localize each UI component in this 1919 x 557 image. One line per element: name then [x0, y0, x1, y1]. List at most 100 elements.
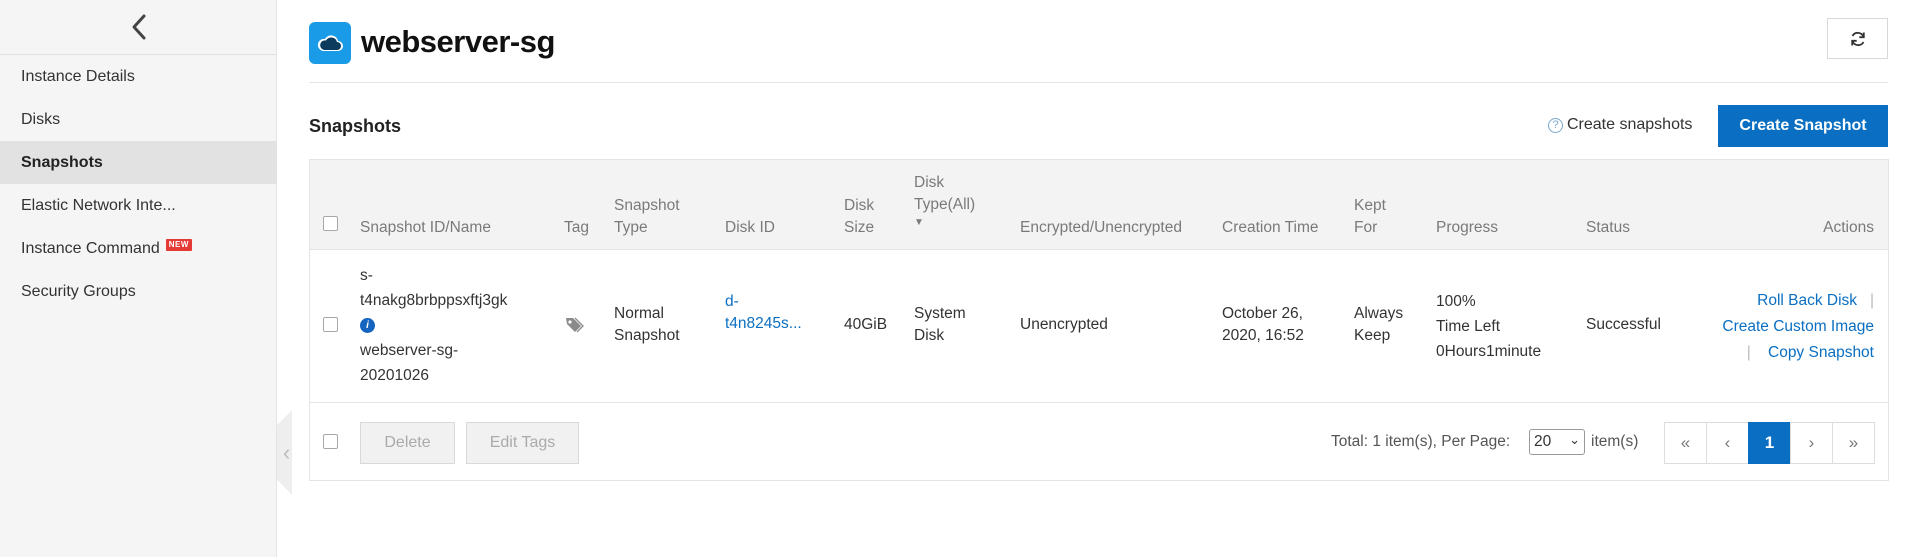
kept-for-cell: Always Keep [1354, 303, 1403, 347]
progress-time-left-label: Time Left [1436, 318, 1501, 335]
sidebar-collapse-handle[interactable]: ‹ [277, 410, 292, 495]
sidebar-menu: Instance Details Disks Snapshots Elastic… [0, 55, 277, 313]
col-actions: Actions [1823, 219, 1874, 236]
col-disk-type-line2: Type(All) [914, 196, 976, 213]
col-disk-type-line1: Disk [914, 174, 945, 191]
col-snapshot-type: Snapshot Type [614, 195, 680, 239]
disk-size-cell: 40GiB [844, 316, 888, 333]
actions-cell: Roll Back Disk | Create Custom Image | C… [1722, 288, 1874, 366]
col-kept-for-line1: Kept [1354, 197, 1386, 214]
snapshots-table: Snapshot ID/Name Tag Snapshot Type Disk … [309, 159, 1889, 481]
chevron-left-icon: ‹ [282, 439, 291, 465]
sidebar-item-label: Security Groups [21, 283, 136, 300]
sidebar-item-label: Instance Command [21, 240, 160, 257]
col-status: Status [1586, 219, 1630, 236]
copy-snapshot-link[interactable]: Copy Snapshot [1768, 344, 1874, 361]
status-cell: Successful [1586, 316, 1661, 333]
creation-time-line2: 2020, 16:52 [1222, 327, 1304, 344]
col-snapshot-id: Snapshot ID/Name [360, 219, 491, 236]
refresh-button[interactable] [1827, 18, 1888, 59]
col-encrypted: Encrypted/Unencrypted [1020, 219, 1182, 236]
sidebar-item-elastic-network-interfaces[interactable]: Elastic Network Inte... [0, 184, 277, 227]
disk-type-line2: Disk [914, 327, 945, 344]
sidebar-item-instance-command[interactable]: Instance Command NEW [0, 227, 277, 270]
sidebar-item-instance-details[interactable]: Instance Details [0, 55, 277, 98]
snapshot-name-line1: webserver-sg- [360, 342, 459, 359]
tag-icon[interactable] [564, 316, 584, 341]
disk-id-line2: t4n8245s... [725, 315, 802, 332]
select-all-checkbox[interactable] [323, 216, 338, 231]
kept-for-line1: Always [1354, 305, 1404, 322]
help-icon: ? [1548, 117, 1563, 133]
creation-time-line1: October 26, [1222, 305, 1303, 322]
col-snapshot-type-line2: Type [614, 219, 648, 236]
roll-back-disk-link[interactable]: Roll Back Disk [1757, 292, 1857, 309]
footer-select-all-checkbox[interactable] [323, 434, 338, 449]
action-separator: | [1857, 292, 1874, 309]
col-disk-size-line1: Disk [844, 197, 875, 214]
snapshot-type-line1: Normal [614, 305, 664, 322]
sidebar: Instance Details Disks Snapshots Elastic… [0, 0, 277, 557]
sidebar-item-label: Disks [21, 111, 61, 128]
snapshot-id-line2: t4nakg8brbppsxftj3gk [360, 292, 508, 309]
first-page-button[interactable]: « [1664, 422, 1707, 464]
caret-down-icon: ▼ [914, 217, 924, 228]
action-separator: | [1746, 344, 1768, 361]
table-row: s- t4nakg8brbppsxftj3gk i webserver-sg- … [310, 251, 1888, 403]
sidebar-item-snapshots[interactable]: Snapshots [0, 141, 277, 184]
chevron-down-icon: ⌄ [1569, 432, 1580, 447]
col-tag: Tag [564, 219, 589, 236]
next-page-button[interactable]: › [1790, 422, 1833, 464]
snapshot-type-cell: Normal Snapshot [614, 303, 680, 347]
delete-button[interactable]: Delete [360, 422, 455, 464]
pagination-total: Total: 1 item(s), Per Page: [1331, 433, 1511, 450]
row-checkbox[interactable] [323, 317, 338, 332]
col-snapshot-type-line1: Snapshot [614, 197, 680, 214]
disk-type-cell: System Disk [914, 303, 966, 347]
chevron-left-icon [132, 14, 145, 40]
last-page-button[interactable]: » [1832, 422, 1875, 464]
col-disk-size: Disk Size [844, 195, 874, 239]
col-disk-size-line2: Size [844, 219, 875, 236]
sidebar-item-disks[interactable]: Disks [0, 98, 277, 141]
col-kept-for-line2: For [1354, 219, 1378, 236]
section-title: Snapshots [309, 116, 402, 136]
disk-id-line1: d- [725, 293, 739, 310]
col-kept-for: Kept For [1354, 195, 1386, 239]
help-link-label: Create snapshots [1567, 116, 1693, 133]
page-header: webserver-sg [309, 15, 1888, 83]
cloud-icon [309, 22, 351, 64]
table-header: Snapshot ID/Name Tag Snapshot Type Disk … [310, 160, 1888, 250]
per-page-value: 20 [1534, 433, 1552, 450]
sidebar-item-security-groups[interactable]: Security Groups [0, 270, 277, 313]
edit-tags-button[interactable]: Edit Tags [466, 422, 579, 464]
create-snapshots-help-link[interactable]: ? Create snapshots [1548, 116, 1692, 134]
sidebar-item-label: Elastic Network Inte... [21, 197, 176, 214]
snapshot-type-line2: Snapshot [614, 327, 680, 344]
refresh-icon [1850, 31, 1865, 46]
create-snapshot-button[interactable]: Create Snapshot [1718, 105, 1888, 147]
info-icon[interactable]: i [360, 318, 375, 333]
per-page-select[interactable]: 20 ⌄ [1529, 429, 1585, 455]
pagination-items-suffix: item(s) [1591, 433, 1639, 450]
col-disk-id: Disk ID [725, 219, 775, 236]
disk-id-link[interactable]: d- t4n8245s... [725, 291, 802, 335]
prev-page-button[interactable]: ‹ [1706, 422, 1749, 464]
col-disk-type-filter[interactable]: Disk Type(All) ▼ [914, 172, 975, 230]
encrypted-cell: Unencrypted [1020, 316, 1108, 333]
page-1-button[interactable]: 1 [1748, 422, 1791, 464]
col-creation-time: Creation Time [1222, 219, 1319, 236]
col-progress: Progress [1436, 219, 1499, 236]
snapshot-id-cell: s- t4nakg8brbppsxftj3gk i webserver-sg- … [360, 263, 507, 388]
kept-for-line2: Keep [1354, 327, 1391, 344]
new-badge: NEW [165, 239, 192, 251]
sidebar-item-label: Instance Details [21, 68, 135, 85]
sidebar-item-label: Snapshots [21, 154, 103, 171]
creation-time-cell: October 26, 2020, 16:52 [1222, 303, 1304, 347]
table-footer: Delete Edit Tags Total: 1 item(s), Per P… [310, 404, 1888, 481]
back-button[interactable] [0, 0, 277, 55]
create-custom-image-link[interactable]: Create Custom Image [1722, 318, 1874, 335]
progress-time-left-value: 0Hours1minute [1436, 343, 1542, 360]
page-title: webserver-sg [361, 24, 555, 59]
disk-type-line1: System [914, 305, 966, 322]
